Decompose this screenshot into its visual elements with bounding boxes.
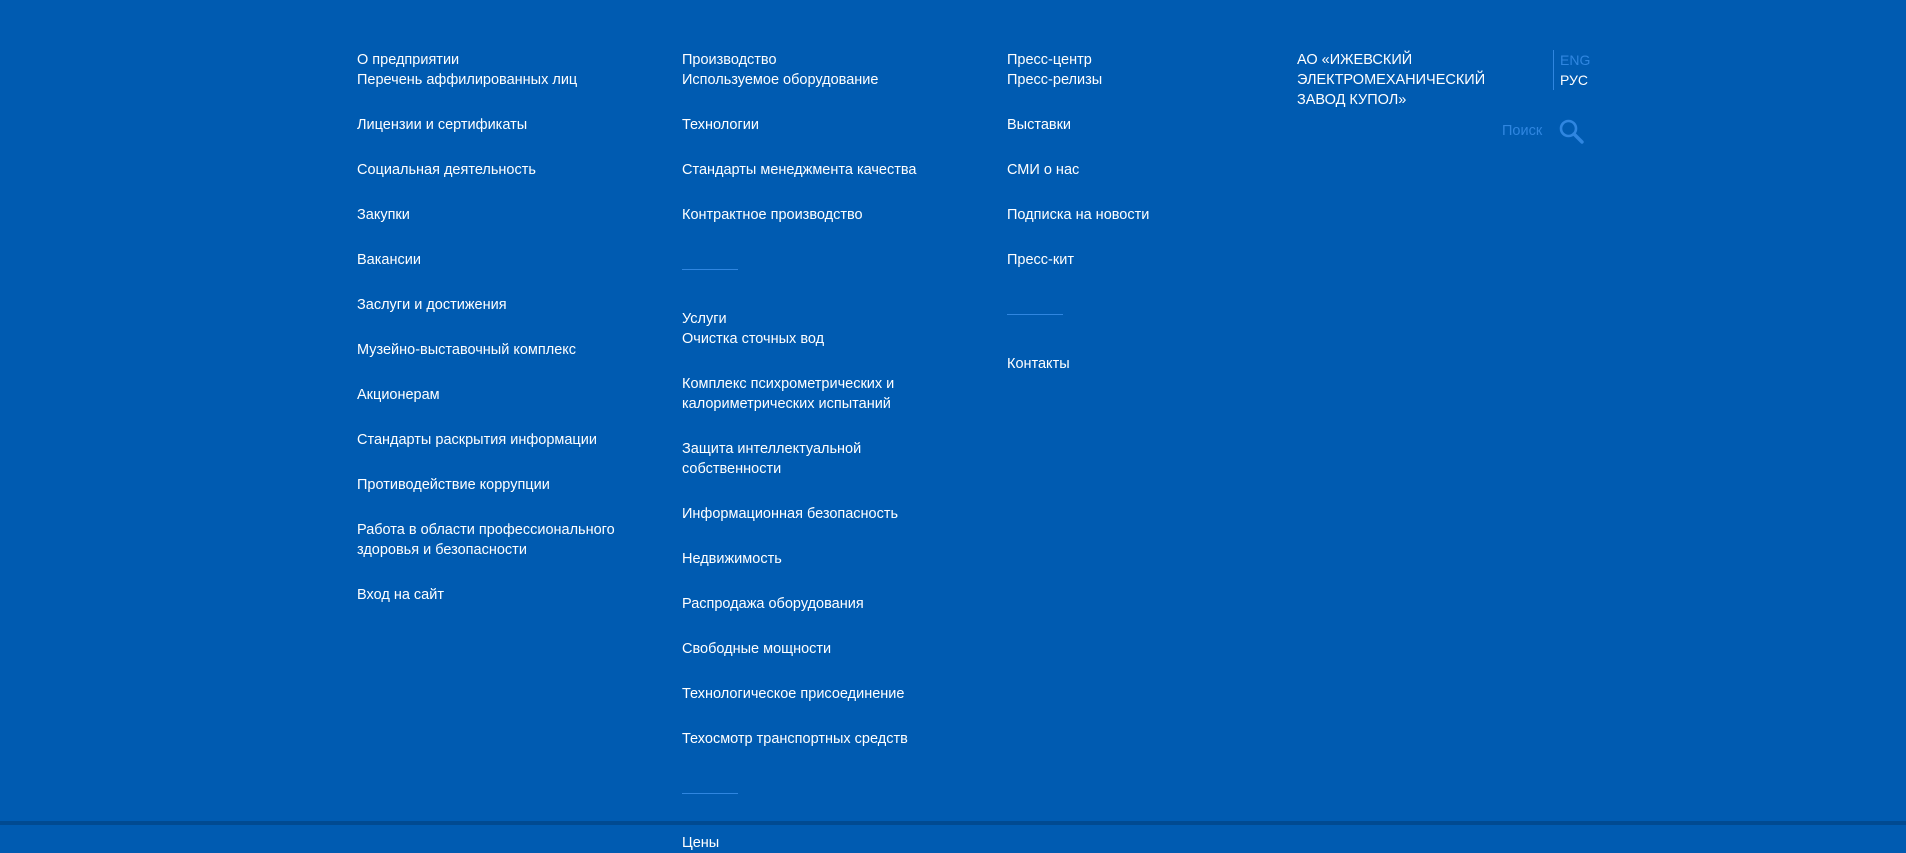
nav-link-affiliated-persons[interactable]: Перечень аффилированных лиц: [357, 70, 657, 90]
search-label: Поиск: [1502, 123, 1543, 139]
nav-link-vacancies[interactable]: Вакансии: [357, 250, 657, 270]
nav-link-vehicle-inspection[interactable]: Техосмотр транспортных средств: [682, 729, 952, 749]
nav-link-occupational-health[interactable]: Работа в области профессионального здоро…: [357, 520, 627, 560]
nav-link-disclosure-standards[interactable]: Стандарты раскрытия информации: [357, 430, 657, 450]
nav-link-quality-standards[interactable]: Стандарты менеджмента качества: [682, 160, 952, 180]
nav-link-wastewater[interactable]: Очистка сточных вод: [682, 329, 952, 349]
footer-column-press: Пресс-центр Пресс-релизы Выставки СМИ о …: [1007, 50, 1267, 374]
nav-link-psychrometric-complex[interactable]: Комплекс психрометрических и калориметри…: [682, 374, 912, 414]
nav-link-museum[interactable]: Музейно-выставочный комплекс: [357, 340, 657, 360]
section-divider: [1007, 314, 1063, 315]
nav-link-real-estate[interactable]: Недвижимость: [682, 549, 952, 569]
search-icon: [1558, 118, 1584, 144]
nav-link-services[interactable]: Услуги: [682, 309, 952, 329]
nav-link-equipment[interactable]: Используемое оборудование: [682, 70, 952, 90]
search-button[interactable]: Поиск: [1502, 118, 1584, 144]
footer-column-production: Производство Используемое оборудование Т…: [682, 50, 952, 853]
footer-column-about: О предприятии Перечень аффилированных ли…: [357, 50, 657, 605]
language-switcher: ENG РУС: [1553, 50, 1590, 90]
nav-link-licenses[interactable]: Лицензии и сертификаты: [357, 115, 657, 135]
language-option-rus[interactable]: РУС: [1560, 70, 1590, 90]
nav-link-press-kit[interactable]: Пресс-кит: [1007, 250, 1267, 270]
nav-link-press-center[interactable]: Пресс-центр: [1007, 50, 1267, 70]
language-option-eng[interactable]: ENG: [1560, 50, 1590, 70]
nav-link-social-activity[interactable]: Социальная деятельность: [357, 160, 657, 180]
nav-link-shareholders[interactable]: Акционерам: [357, 385, 657, 405]
section-divider: [682, 793, 738, 794]
nav-link-contract-production[interactable]: Контрактное производство: [682, 205, 952, 225]
nav-link-production[interactable]: Производство: [682, 50, 952, 70]
nav-link-ip-protection[interactable]: Защита интеллектуальной собственности: [682, 439, 882, 479]
nav-link-anti-corruption[interactable]: Противодействие коррупции: [357, 475, 657, 495]
nav-link-free-capacity[interactable]: Свободные мощности: [682, 639, 952, 659]
nav-link-press-releases[interactable]: Пресс-релизы: [1007, 70, 1267, 90]
nav-link-achievements[interactable]: Заслуги и достижения: [357, 295, 657, 315]
nav-link-technologies[interactable]: Технологии: [682, 115, 952, 135]
nav-link-equipment-sale[interactable]: Распродажа оборудования: [682, 594, 952, 614]
company-name: АО «ИЖЕВСКИЙ ЭЛЕКТРОМЕХАНИЧЕСКИЙ ЗАВОД К…: [1297, 52, 1486, 108]
nav-link-info-security[interactable]: Информационная безопасность: [682, 504, 952, 524]
nav-link-contacts[interactable]: Контакты: [1007, 354, 1267, 374]
section-divider: [682, 269, 738, 270]
nav-link-prices[interactable]: Цены: [682, 833, 952, 853]
nav-link-login[interactable]: Вход на сайт: [357, 585, 657, 605]
nav-link-tech-connection[interactable]: Технологическое присоединение: [682, 684, 952, 704]
nav-link-procurement[interactable]: Закупки: [357, 205, 657, 225]
nav-link-media-about-us[interactable]: СМИ о нас: [1007, 160, 1267, 180]
nav-link-exhibitions[interactable]: Выставки: [1007, 115, 1267, 135]
nav-link-news-subscription[interactable]: Подписка на новости: [1007, 205, 1267, 225]
nav-link-about[interactable]: О предприятии: [357, 50, 657, 70]
page-bottom-edge: [0, 821, 1906, 825]
